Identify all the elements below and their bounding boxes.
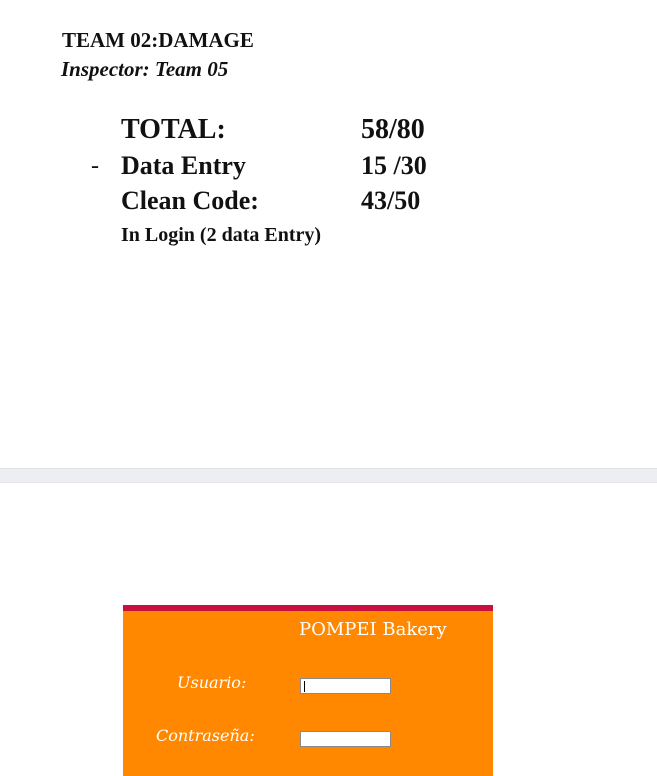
score-value: 15 /30	[361, 151, 427, 180]
brand-title: POMPEI Bakery	[299, 619, 447, 640]
login-note: In Login (2 data Entry)	[121, 224, 322, 246]
text-caret	[304, 681, 305, 692]
document-page: TEAM 02:DAMAGE Inspector: Team 05 TOTAL:…	[0, 0, 657, 468]
score-label: Data Entry	[121, 151, 246, 180]
score-label: Clean Code:	[121, 186, 259, 215]
score-value: 43/50	[361, 186, 421, 215]
inspector-line: Inspector: Team 05	[61, 57, 229, 81]
username-input[interactable]	[300, 678, 391, 694]
report-title: TEAM 02:DAMAGE	[62, 28, 254, 52]
score-label: TOTAL:	[121, 114, 226, 145]
login-form: POMPEI Bakery Usuario: Contraseña:	[123, 605, 493, 776]
bullet-dash: -	[91, 153, 99, 179]
password-label: Contraseña:	[156, 726, 255, 745]
password-input[interactable]	[300, 731, 391, 747]
username-label: Usuario:	[177, 673, 247, 692]
score-value: 58/80	[361, 114, 425, 145]
page-gap	[0, 468, 657, 483]
